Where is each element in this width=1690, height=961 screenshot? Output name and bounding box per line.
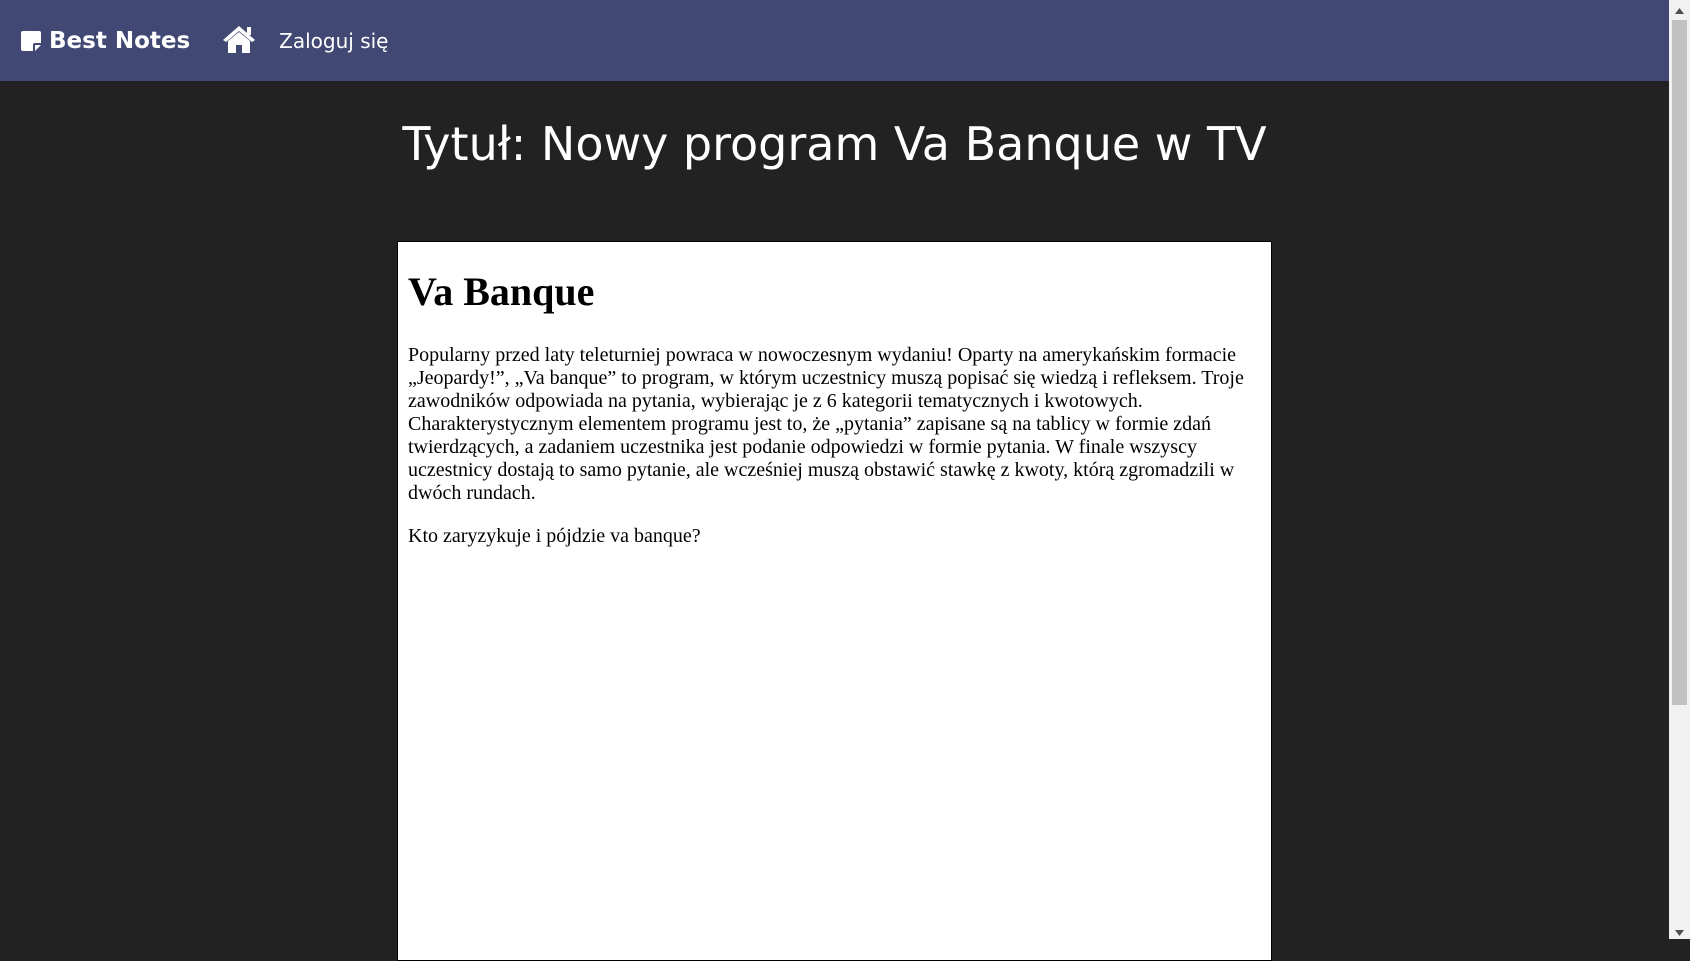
note-content-frame[interactable]: Va Banque Popularny przed laty teleturni…: [397, 241, 1272, 961]
note-paragraph: Kto zaryzykuje i pójdzie va banque?: [408, 525, 701, 547]
login-link[interactable]: Zaloguj się: [279, 29, 388, 53]
scroll-down-arrow-icon: [1675, 921, 1684, 940]
scroll-thumb[interactable]: [1672, 20, 1687, 705]
sticky-note-icon: [20, 30, 42, 52]
scroll-up-arrow-icon: [1675, 0, 1684, 18]
note-paragraph: Popularny przed laty teleturniej powraca…: [408, 344, 1244, 504]
home-link[interactable]: [221, 24, 257, 58]
page-scrollbar[interactable]: [1669, 0, 1690, 939]
page-title: Tytuł: Nowy program Va Banque w TV: [402, 117, 1267, 171]
note-heading: Va Banque: [408, 269, 595, 314]
brand-link[interactable]: Best Notes: [20, 28, 190, 54]
home-icon: [221, 24, 257, 58]
scroll-up-button[interactable]: [1669, 0, 1690, 17]
note-content: Va Banque Popularny przed laty teleturni…: [398, 270, 1271, 548]
scroll-down-button[interactable]: [1669, 922, 1690, 939]
brand-label: Best Notes: [49, 27, 191, 54]
top-navbar: Best Notes Zaloguj się: [0, 0, 1669, 81]
